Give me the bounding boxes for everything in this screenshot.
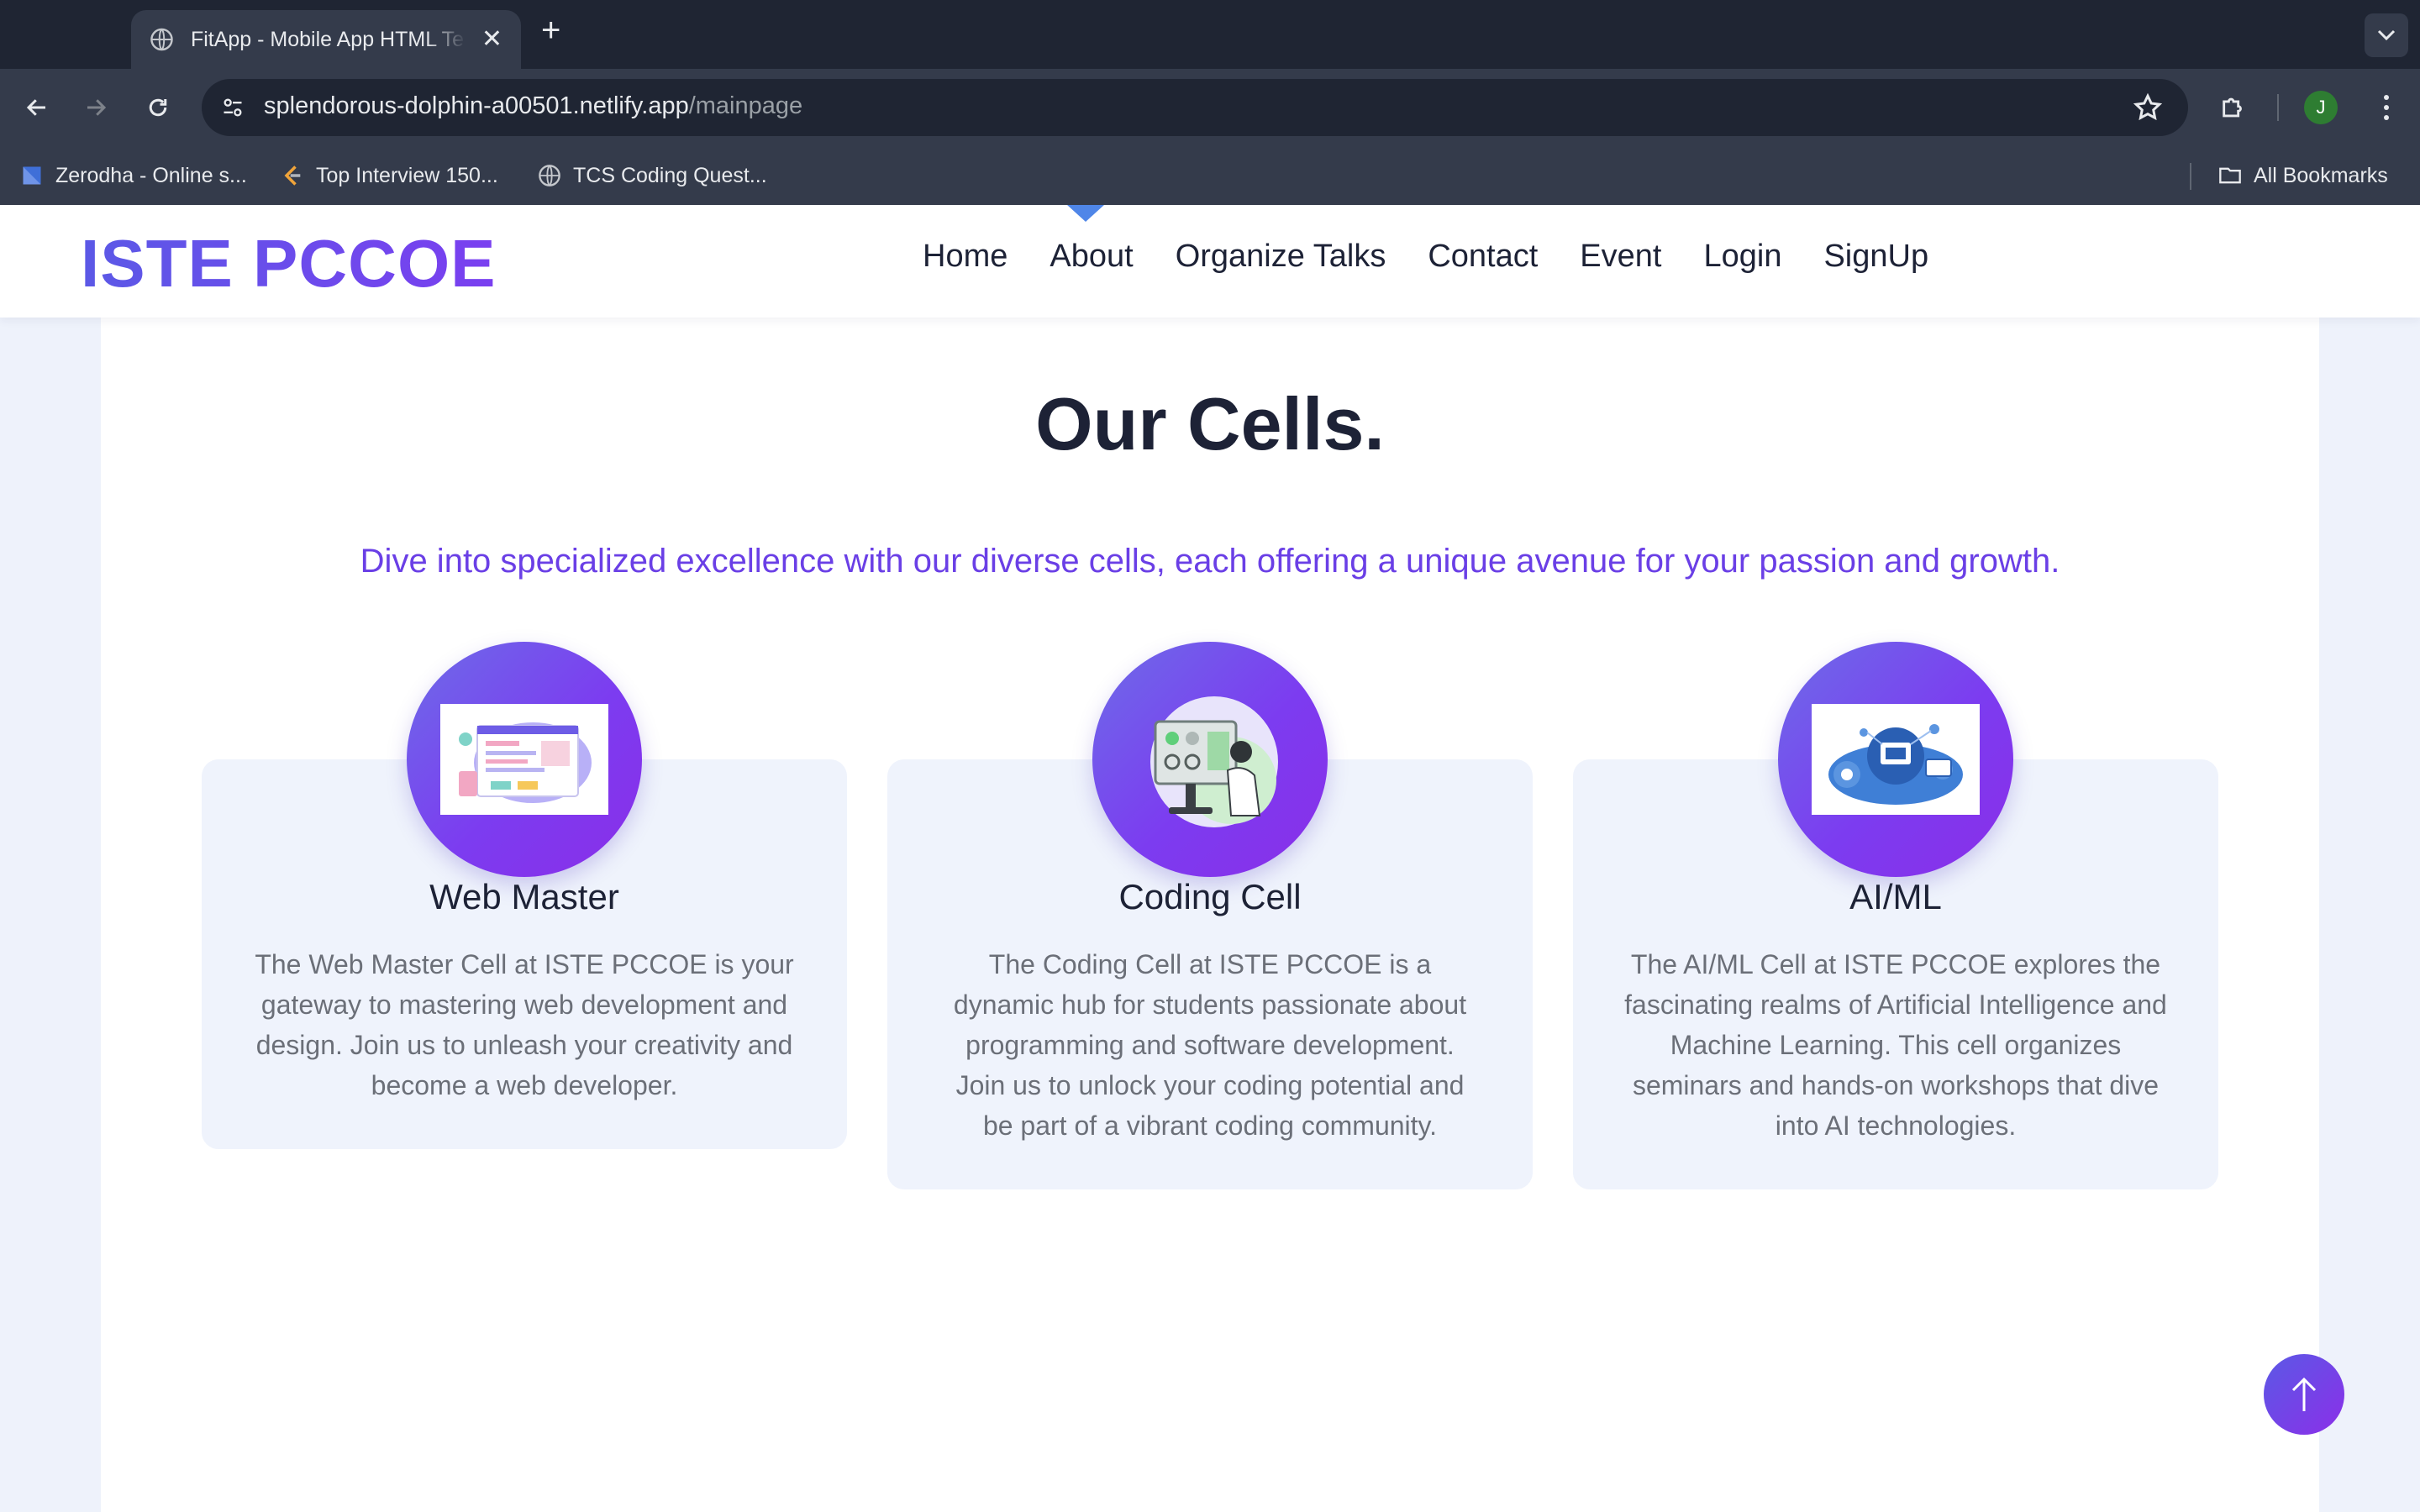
url-text: splendorous-dolphin-a00501.netlify.app/m…	[264, 92, 802, 120]
nav-organize-talks[interactable]: Organize Talks	[1176, 239, 1386, 275]
web-design-illustration-icon	[440, 704, 608, 815]
browser-tab[interactable]: FitApp - Mobile App HTML Te ✕	[131, 10, 521, 69]
scroll-to-top-button[interactable]	[2264, 1354, 2344, 1435]
nav-login[interactable]: Login	[1703, 239, 1781, 275]
all-bookmarks-label: All Bookmarks	[2254, 163, 2388, 187]
puzzle-icon	[2223, 97, 2242, 118]
url-domain: splendorous-dolphin-a00501.netlify.app	[264, 92, 689, 119]
back-button[interactable]	[17, 87, 57, 128]
cell-title: Web Master	[429, 877, 619, 916]
more-vertical-icon	[2384, 95, 2389, 120]
cell-title: AI/ML	[1849, 877, 1942, 916]
globe-icon	[150, 28, 173, 51]
coding-illustration-icon	[1150, 696, 1278, 827]
forward-arrow-icon	[87, 99, 107, 116]
bookmark-label: Zerodha - Online s...	[55, 163, 247, 187]
address-bar[interactable]: splendorous-dolphin-a00501.netlify.app/m…	[202, 79, 2188, 136]
web-page: ISTE PCCOE Home About Organize Talks Con…	[0, 205, 2420, 1512]
profile-avatar[interactable]: J	[2304, 91, 2338, 124]
site-header: ISTE PCCOE Home About Organize Talks Con…	[0, 205, 2420, 318]
nav-event[interactable]: Event	[1580, 239, 1661, 275]
nav-home[interactable]: Home	[923, 239, 1007, 275]
cell-card-web-master: Web Master The Web Master Cell at ISTE P…	[202, 642, 847, 1149]
cell-image-circle	[407, 642, 642, 877]
reload-icon	[149, 98, 167, 117]
site-settings-button[interactable]	[215, 91, 250, 124]
bookmark-star-icon[interactable]	[2133, 92, 2163, 123]
cell-title: Coding Cell	[1118, 877, 1302, 916]
arrow-up-icon	[2291, 1377, 2317, 1411]
bookmarks-bar: Zerodha - Online s... Top Interview 150.…	[0, 146, 2420, 205]
extensions-button[interactable]	[2213, 87, 2254, 128]
bookmark-item[interactable]: Top Interview 150...	[281, 161, 498, 190]
bookmarks-divider	[2190, 163, 2191, 190]
tune-icon	[224, 98, 242, 117]
back-arrow-icon	[26, 99, 45, 116]
globe-icon	[539, 165, 560, 186]
folder-icon	[2219, 167, 2241, 184]
browser-tab-strip: FitApp - Mobile App HTML Te ✕ +	[0, 0, 2420, 69]
bookmark-label: TCS Coding Quest...	[573, 163, 767, 187]
nav-about[interactable]: About	[1050, 239, 1133, 275]
browser-toolbar: splendorous-dolphin-a00501.netlify.app/m…	[0, 69, 2420, 146]
cell-description: The AI/ML Cell at ISTE PCCOE explores th…	[1624, 949, 2167, 1141]
main-nav: Home About Organize Talks Contact Event …	[923, 239, 1928, 275]
cell-image-circle	[1092, 642, 1328, 877]
new-tab-button[interactable]: +	[541, 13, 560, 47]
forward-button[interactable]	[76, 87, 116, 128]
close-tab-icon[interactable]: ✕	[481, 27, 502, 52]
cell-card-coding-cell: Coding Cell The Coding Cell at ISTE PCCO…	[887, 642, 1533, 1189]
cell-description: The Web Master Cell at ISTE PCCOE is you…	[255, 949, 794, 1100]
cell-image-circle	[1778, 642, 2013, 877]
site-logo[interactable]: ISTE PCCOE	[81, 225, 497, 302]
ai-ml-illustration-icon	[1812, 704, 1980, 815]
section-subtitle: Dive into specialized excellence with ou…	[360, 543, 2060, 580]
url-path: /mainpage	[688, 92, 803, 119]
zerodha-icon	[23, 166, 41, 185]
cell-description: The Coding Cell at ISTE PCCOE is a dynam…	[953, 949, 1467, 1141]
chevron-down-icon	[2377, 29, 2396, 41]
nav-dropdown-caret	[1067, 205, 1104, 222]
leetcode-icon	[284, 165, 301, 186]
toolbar-divider	[2277, 94, 2279, 121]
browser-menu-button[interactable]	[2370, 89, 2403, 126]
nav-contact[interactable]: Contact	[1428, 239, 1538, 275]
reload-button[interactable]	[138, 87, 178, 128]
cell-card-ai-ml: AI/ML The AI/ML Cell at ISTE PCCOE explo…	[1573, 642, 2218, 1189]
bookmark-label: Top Interview 150...	[316, 163, 498, 187]
bookmark-item[interactable]: Zerodha - Online s...	[20, 161, 247, 190]
tab-title: FitApp - Mobile App HTML Te	[190, 27, 465, 51]
all-bookmarks-button[interactable]: All Bookmarks	[2218, 161, 2388, 190]
bookmark-item[interactable]: TCS Coding Quest...	[538, 161, 767, 190]
nav-signup[interactable]: SignUp	[1823, 239, 1928, 275]
section-title: Our Cells.	[1035, 382, 1385, 465]
tab-search-button[interactable]	[2365, 13, 2408, 57]
